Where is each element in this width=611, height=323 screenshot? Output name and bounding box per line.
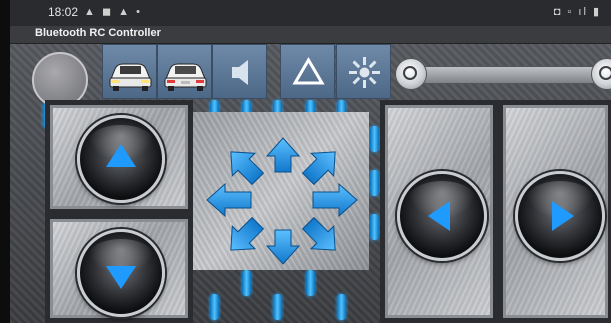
arrow-right-icon[interactable] (312, 182, 358, 218)
led-bar (370, 214, 379, 240)
led-bar (370, 170, 379, 196)
left-button[interactable] (397, 171, 487, 261)
arrow-up-left-icon[interactable] (220, 141, 269, 190)
arrow-up-icon[interactable] (265, 137, 301, 173)
title-bar: Bluetooth RC Controller (10, 26, 611, 44)
arrow-down-icon (106, 266, 136, 289)
arrow-up-right-icon[interactable] (297, 141, 346, 190)
speed-slider-max-knob[interactable] (591, 58, 611, 90)
triangle-warning-icon (292, 57, 325, 85)
speed-slider[interactable] (410, 66, 611, 84)
backward-button[interactable] (77, 229, 165, 317)
forward-panel (45, 100, 193, 214)
backward-panel (45, 214, 193, 323)
speed-slider-handle[interactable] (395, 58, 427, 90)
led-bar (370, 126, 379, 152)
led-bar (306, 270, 315, 296)
status-time: 18:02 (48, 5, 79, 19)
speaker-icon (232, 60, 248, 85)
hazard-button[interactable] (280, 44, 335, 99)
eight-direction-arrows (206, 137, 358, 265)
toolbar (10, 44, 611, 108)
app-screen: 18:02 ▲ ◼ ▲ • ◘ ▫ ıl ▮ Bluetooth RC Cont… (10, 0, 611, 323)
arrow-left-icon[interactable] (206, 182, 252, 218)
rear-lights-button[interactable] (157, 44, 212, 99)
direction-pad (193, 112, 369, 270)
extra-button[interactable] (336, 44, 391, 99)
horn-button[interactable] (212, 44, 267, 99)
arrow-right-icon (552, 201, 574, 231)
arrow-down-left-icon[interactable] (220, 212, 269, 261)
arrow-left-icon (428, 201, 450, 231)
arrow-down-icon[interactable] (265, 229, 301, 265)
system-status-icons: ◘ ▫ ıl ▮ (553, 6, 601, 18)
status-bar: 18:02 ▲ ◼ ▲ • ◘ ▫ ıl ▮ (10, 0, 611, 26)
forward-button[interactable] (77, 115, 165, 203)
led-bar (337, 294, 346, 320)
led-bar (273, 294, 282, 320)
gear-sun-icon (349, 57, 380, 88)
app-title: Bluetooth RC Controller (35, 27, 161, 39)
notification-icons: ▲ ◼ ▲ • (84, 6, 142, 18)
led-bar (210, 294, 219, 320)
car-rear-icon (164, 63, 207, 91)
right-button[interactable] (515, 171, 605, 261)
led-bar (242, 270, 251, 296)
arrow-down-right-icon[interactable] (297, 212, 346, 261)
front-lights-button[interactable] (102, 44, 157, 99)
left-turn-panel (380, 100, 498, 323)
arrow-up-icon (106, 144, 136, 167)
car-front-icon (109, 63, 152, 91)
right-turn-panel (498, 100, 611, 323)
